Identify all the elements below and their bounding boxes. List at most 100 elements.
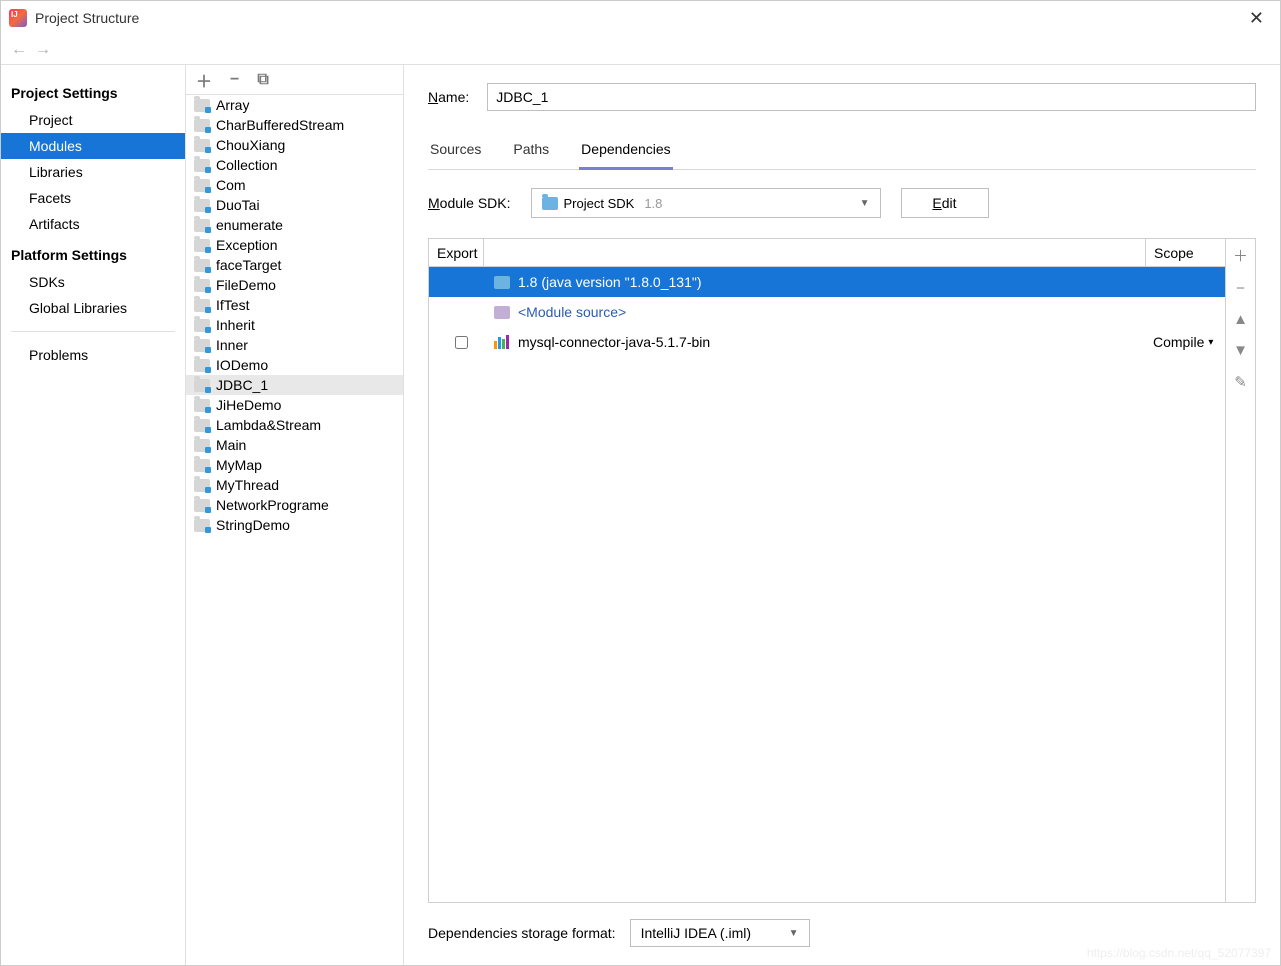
module-sdk-select[interactable]: Project SDK 1.8 ▼ [531,188,881,218]
folder-icon [194,439,210,452]
sidebar-item-facets[interactable]: Facets [1,185,185,211]
folder-icon [194,359,210,372]
folder-icon [194,119,210,132]
scope-select[interactable]: Compile▾ [1153,334,1223,350]
table-row[interactable]: mysql-connector-java-5.1.7-bin Compile▾ [429,327,1225,357]
module-item-label: Com [216,177,246,193]
up-icon[interactable]: ▲ [1233,311,1248,328]
chevron-down-icon: ▼ [860,198,870,209]
module-item-label: Exception [216,237,277,253]
edit-icon[interactable]: ✎ [1234,373,1247,391]
back-icon[interactable]: ← [11,41,27,59]
modules-panel: ＋ − ⧉ Array CharBufferedStream ChouXiang Co… [186,65,404,965]
sidebar-item-project[interactable]: Project [1,107,185,133]
module-item-label: Lambda&Stream [216,417,321,433]
export-checkbox[interactable] [455,336,468,349]
module-item-label: faceTarget [216,257,281,273]
table-row[interactable]: <Module source> [429,297,1225,327]
module-item[interactable]: Collection [186,155,403,175]
sidebar-item-problems[interactable]: Problems [1,342,185,368]
down-icon[interactable]: ▼ [1233,342,1248,359]
sidebar-item-global-libraries[interactable]: Global Libraries [1,295,185,321]
module-item[interactable]: MyThread [186,475,403,495]
module-item-label: DuoTai [216,197,260,213]
folder-icon [194,479,210,492]
tab-paths[interactable]: Paths [511,135,551,169]
tab-sources[interactable]: Sources [428,135,483,169]
sidebar-item-sdks[interactable]: SDKs [1,269,185,295]
module-item-label: JiHeDemo [216,397,281,413]
dependencies-table: Export Scope 1.8 (java version "1.8.0_13… [428,238,1256,903]
chevron-down-icon: ▼ [789,928,799,939]
module-item-label: Collection [216,157,277,173]
module-item[interactable]: ChouXiang [186,135,403,155]
sidebar-item-artifacts[interactable]: Artifacts [1,211,185,237]
module-item[interactable]: Array [186,95,403,115]
storage-format-select[interactable]: IntelliJ IDEA (.iml) ▼ [630,919,810,947]
module-item[interactable]: JiHeDemo [186,395,403,415]
forward-icon[interactable]: → [35,41,51,59]
folder-icon [194,419,210,432]
name-label: Name: [428,89,469,105]
module-item[interactable]: faceTarget [186,255,403,275]
folder-icon [194,179,210,192]
module-item[interactable]: Exception [186,235,403,255]
folder-icon [194,459,210,472]
detail-panel: Name: SourcesPathsDependencies Module SD… [404,65,1280,965]
module-item[interactable]: MyMap [186,455,403,475]
sidebar-group-platform-settings: Platform Settings [1,237,185,269]
module-item[interactable]: DuoTai [186,195,403,215]
dependency-label: mysql-connector-java-5.1.7-bin [518,334,710,350]
folder-icon [194,339,210,352]
module-item-label: ChouXiang [216,137,285,153]
chevron-down-icon: ▾ [1208,337,1213,348]
nav-row: ← → [1,35,1280,65]
folder-icon [194,139,210,152]
header-scope[interactable]: Scope [1145,239,1225,266]
folder-icon [194,499,210,512]
module-item-label: FileDemo [216,277,276,293]
folder-icon [194,519,210,532]
name-input[interactable] [487,83,1256,111]
table-header: Export Scope [429,239,1225,267]
edit-button[interactable]: Edit [901,188,989,218]
add-icon[interactable]: ＋ [196,68,212,92]
folder-icon [194,219,210,232]
module-item[interactable]: Inner [186,335,403,355]
module-item[interactable]: IODemo [186,355,403,375]
module-item-label: NetworkPrograme [216,497,329,513]
remove-icon[interactable]: − [230,71,239,89]
remove-icon[interactable]: − [1236,280,1245,297]
tabs: Sources Paths Dependencies [428,135,1256,170]
header-export[interactable]: Export [429,239,484,266]
table-row[interactable]: 1.8 (java version "1.8.0_131") [429,267,1225,297]
module-item[interactable]: enumerate [186,215,403,235]
tab-dependencies[interactable]: Dependencies [579,135,673,170]
module-item-label: MyThread [216,477,279,493]
sidebar-item-modules[interactable]: Modules [1,133,185,159]
module-item[interactable]: NetworkPrograme [186,495,403,515]
module-item-label: Inherit [216,317,255,333]
module-item[interactable]: Com [186,175,403,195]
module-item-label: Inner [216,337,248,353]
intellij-icon [9,9,27,27]
module-item[interactable]: Inherit [186,315,403,335]
copy-icon[interactable]: ⧉ [257,71,268,89]
close-icon[interactable]: ✕ [1241,4,1272,33]
add-icon[interactable]: ＋ [1233,245,1248,266]
folder-icon [194,239,210,252]
module-item[interactable]: StringDemo [186,515,403,535]
module-item[interactable]: JDBC_1 [186,375,403,395]
module-item[interactable]: FileDemo [186,275,403,295]
module-item[interactable]: Lambda&Stream [186,415,403,435]
sidebar-item-libraries[interactable]: Libraries [1,159,185,185]
modules-toolbar: ＋ − ⧉ [186,65,403,95]
module-item[interactable]: CharBufferedStream [186,115,403,135]
sdk-value-main: Project SDK [564,196,635,211]
library-icon [494,335,510,349]
folder-icon [194,299,210,312]
module-item[interactable]: Main [186,435,403,455]
module-item[interactable]: IfTest [186,295,403,315]
folder-icon [194,99,210,112]
module-item-label: Array [216,97,249,113]
